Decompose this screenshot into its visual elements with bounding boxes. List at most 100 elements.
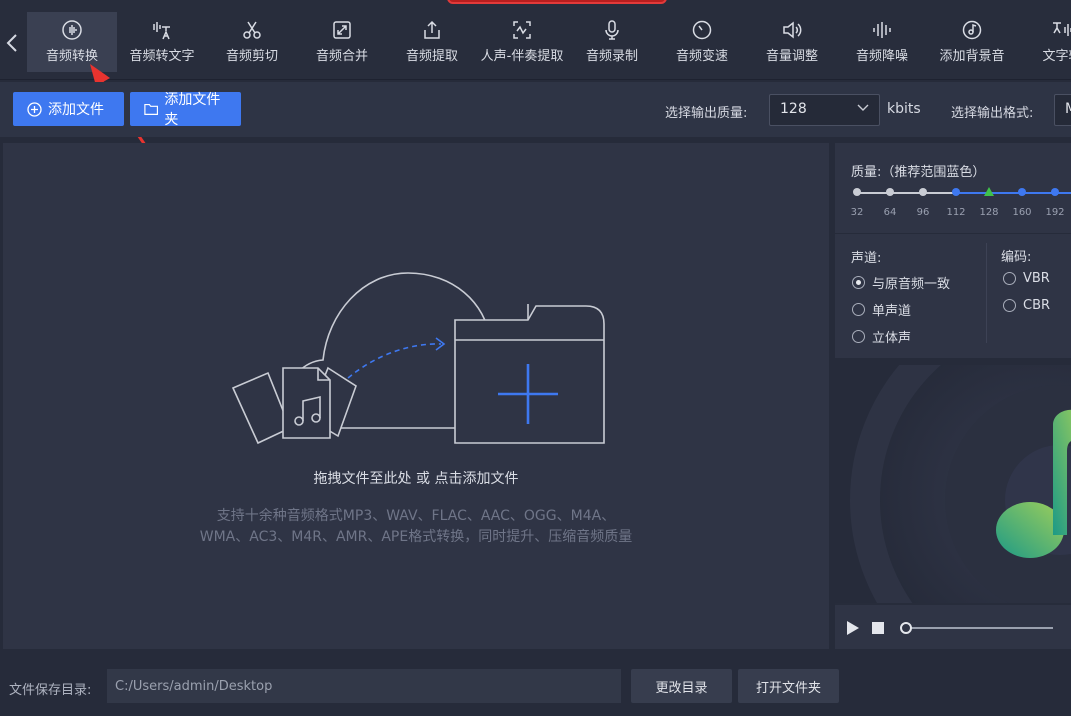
format-select[interactable]: M bbox=[1054, 94, 1071, 126]
change-dir-button[interactable]: 更改目录 bbox=[631, 669, 732, 703]
quality-select[interactable]: 128 bbox=[769, 94, 880, 126]
quality-panel-title: 质量:（推荐范围蓝色） bbox=[851, 165, 986, 180]
window-title-highlight bbox=[447, 0, 667, 4]
tab-label: 音频变速 bbox=[675, 49, 728, 64]
radio-unchecked bbox=[852, 303, 865, 316]
quality-tick-label: 128 bbox=[979, 207, 999, 218]
tab-vocal-extract[interactable]: 人声-伴奏提取 bbox=[477, 12, 567, 72]
quality-tick-label: 192 bbox=[1045, 207, 1065, 218]
tab-label: 音频剪切 bbox=[225, 49, 278, 64]
file-drop-area[interactable]: 拖拽文件至此处 或 点击添加文件 支持十余种音频格式MP3、WAV、FLAC、A… bbox=[3, 143, 829, 649]
volume-icon bbox=[783, 21, 802, 39]
supported-formats-line1: 支持十余种音频格式MP3、WAV、FLAC、AAC、OGG、M4A、 bbox=[216, 508, 616, 524]
tab-audio-extract[interactable]: 音频提取 bbox=[387, 12, 477, 72]
tab-label: 音频合并 bbox=[315, 49, 368, 64]
microphone-icon bbox=[605, 20, 619, 40]
add-file-label: 添加文件 bbox=[48, 102, 104, 118]
quality-stop-96[interactable] bbox=[919, 188, 927, 196]
divider bbox=[986, 243, 987, 343]
playback-progress-slider[interactable] bbox=[899, 621, 1055, 635]
quality-tick-label: 32 bbox=[850, 207, 864, 218]
open-folder-label: 打开文件夹 bbox=[755, 680, 821, 696]
radio-checked bbox=[852, 276, 865, 289]
quality-stop-32[interactable] bbox=[853, 188, 861, 196]
quality-stop-112[interactable] bbox=[952, 188, 960, 196]
scissors-icon bbox=[243, 21, 261, 39]
add-folder-label: 添加文件夹 bbox=[164, 92, 221, 128]
merge-icon bbox=[333, 21, 351, 39]
add-file-button[interactable]: 添加文件 bbox=[13, 92, 124, 126]
folder-icon bbox=[144, 103, 159, 115]
encoding-label: 编码: bbox=[1001, 250, 1032, 265]
back-chevron-icon[interactable] bbox=[2, 28, 22, 58]
tab-label: 音量调整 bbox=[765, 49, 818, 64]
quality-stop-160[interactable] bbox=[1018, 188, 1026, 196]
channel-label: 声道: bbox=[851, 251, 882, 266]
tab-text-to-speech[interactable]: 文字转 bbox=[1017, 12, 1071, 72]
speech-to-text-icon bbox=[153, 22, 170, 40]
quality-tick-label: 64 bbox=[883, 207, 897, 218]
open-folder-button[interactable]: 打开文件夹 bbox=[738, 669, 839, 703]
tab-label: 音频降噪 bbox=[855, 49, 908, 64]
radio-unchecked bbox=[852, 330, 865, 343]
format-value: M bbox=[1065, 101, 1071, 117]
tab-audio-denoise[interactable]: 音频降噪 bbox=[837, 12, 927, 72]
tab-audio-speed[interactable]: 音频变速 bbox=[657, 12, 747, 72]
tab-audio-cut[interactable]: 音频剪切 bbox=[207, 12, 297, 72]
radio-label: 与原音频一致 bbox=[872, 277, 951, 292]
speed-icon bbox=[692, 20, 712, 40]
audio-wave-icon bbox=[62, 20, 82, 40]
vocal-icon bbox=[513, 21, 531, 39]
radio-unchecked bbox=[1003, 272, 1016, 285]
quality-label: 选择输出质量: bbox=[665, 106, 748, 121]
radio-label: VBR bbox=[1023, 271, 1050, 286]
quality-stop-64[interactable] bbox=[886, 188, 894, 196]
tab-label: 人声-伴奏提取 bbox=[480, 49, 564, 64]
divider bbox=[835, 233, 1071, 234]
add-folder-button[interactable]: 添加文件夹 bbox=[130, 92, 241, 128]
chevron-down-icon bbox=[857, 104, 869, 111]
cloud-folder-illustration bbox=[231, 272, 605, 445]
supported-formats-text: 支持十余种音频格式MP3、WAV、FLAC、AAC、OGG、M4A、 WMA、A… bbox=[3, 506, 829, 548]
quality-value: 128 bbox=[780, 101, 807, 117]
denoise-icon bbox=[873, 22, 891, 38]
radio-encoding-cbr[interactable]: CBR bbox=[1003, 298, 1050, 313]
tab-label: 音频录制 bbox=[585, 49, 638, 64]
save-dir-label: 文件保存目录: bbox=[9, 683, 92, 698]
quality-unit: kbits bbox=[887, 101, 921, 117]
quality-stop-128[interactable] bbox=[984, 187, 994, 196]
tab-volume-adjust[interactable]: 音量调整 bbox=[747, 12, 837, 72]
export-icon bbox=[424, 20, 440, 39]
tab-add-background[interactable]: 添加背景音 bbox=[927, 12, 1017, 72]
stop-icon[interactable] bbox=[872, 622, 884, 634]
radio-channel-mono[interactable]: 单声道 bbox=[852, 300, 911, 319]
quality-tick-label: 112 bbox=[946, 207, 966, 218]
supported-formats-line2: WMA、AC3、M4R、AMR、APE格式转换，同时提升、压缩音频质量 bbox=[199, 529, 633, 545]
radio-encoding-vbr[interactable]: VBR bbox=[1003, 271, 1050, 286]
quality-tick-label: 160 bbox=[1012, 207, 1032, 218]
music-disc-icon bbox=[962, 20, 982, 40]
drop-hint: 拖拽文件至此处 或 点击添加文件 bbox=[313, 471, 519, 487]
radio-channel-original[interactable]: 与原音频一致 bbox=[852, 273, 950, 292]
play-icon[interactable] bbox=[846, 620, 860, 636]
format-label: 选择输出格式: bbox=[951, 106, 1034, 121]
save-path-input[interactable] bbox=[107, 669, 621, 703]
music-note-artwork bbox=[835, 365, 1071, 603]
plus-circle-icon bbox=[27, 101, 42, 117]
radio-unchecked bbox=[1003, 299, 1016, 312]
footer: 文件保存目录: 更改目录 打开文件夹 bbox=[0, 656, 1071, 716]
tab-audio-merge[interactable]: 音频合并 bbox=[297, 12, 387, 72]
change-dir-label: 更改目录 bbox=[655, 680, 708, 696]
quality-panel: 质量:（推荐范围蓝色） 32 64 96 112 128 160 192 声道: 与原音频一… bbox=[835, 143, 1071, 358]
tab-audio-record[interactable]: 音频录制 bbox=[567, 12, 657, 72]
tab-label: 添加背景音 bbox=[939, 49, 1005, 64]
audio-player bbox=[835, 605, 1071, 649]
tab-label: 文字转 bbox=[1042, 49, 1071, 64]
quality-stop-192[interactable] bbox=[1051, 188, 1059, 196]
radio-label: CBR bbox=[1023, 298, 1051, 313]
text-to-speech-icon bbox=[1053, 22, 1071, 36]
preview-panel bbox=[835, 365, 1071, 649]
tab-label: 音频提取 bbox=[405, 49, 458, 64]
radio-label: 单声道 bbox=[872, 304, 912, 319]
radio-channel-stereo[interactable]: 立体声 bbox=[852, 327, 911, 346]
